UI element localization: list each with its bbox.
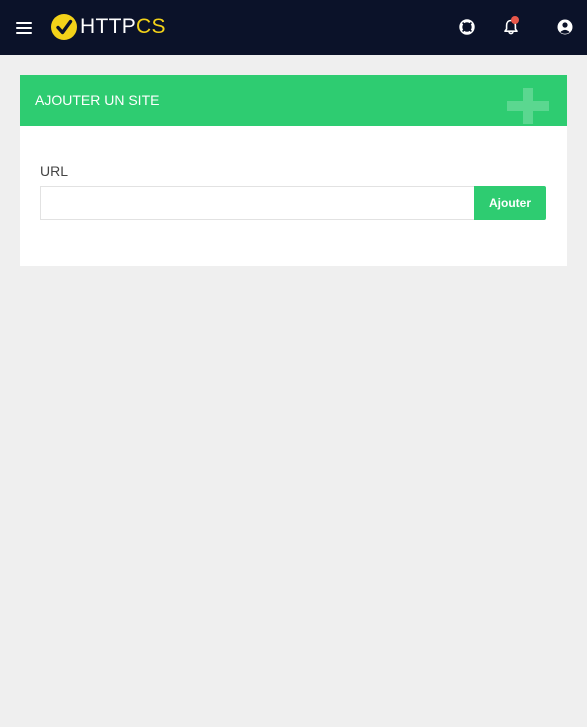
menu-icon[interactable] [16, 22, 32, 34]
brand-name: HTTPCS [80, 13, 166, 40]
brand-name-part2: CS [136, 15, 166, 38]
url-label: URL [40, 163, 69, 179]
plus-icon [507, 88, 549, 124]
brand-name-part1: HTTP [80, 15, 137, 38]
card-title: AJOUTER UN SITE [35, 92, 160, 108]
notification-badge [511, 16, 519, 24]
top-navbar: HTTPCS [0, 0, 587, 55]
url-input[interactable] [40, 186, 475, 220]
add-site-button[interactable]: Ajouter [474, 186, 546, 220]
card-header: AJOUTER UN SITE [20, 75, 567, 126]
user-account-icon[interactable] [556, 18, 574, 36]
add-site-card: AJOUTER UN SITE URL Ajouter [20, 75, 567, 266]
checkmark-logo-icon [51, 13, 77, 40]
help-lifebuoy-icon[interactable] [458, 18, 476, 36]
brand-logo[interactable]: HTTPCS [51, 13, 166, 40]
